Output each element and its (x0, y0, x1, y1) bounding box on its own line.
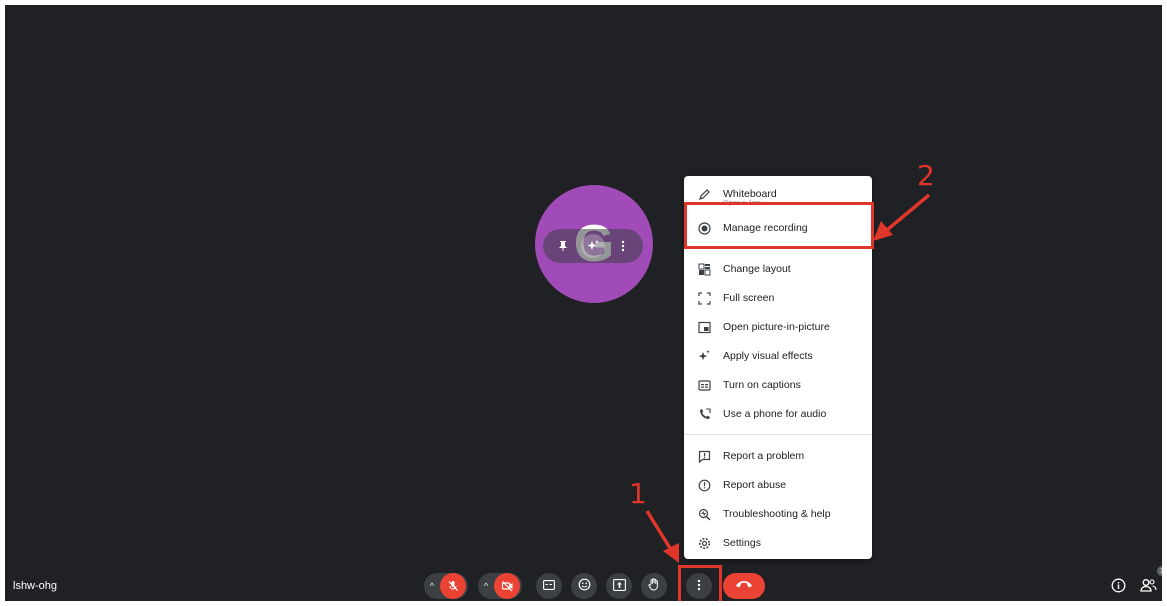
step-2-arrow (873, 193, 931, 241)
report-problem-icon (697, 449, 711, 463)
chevron-up-icon[interactable]: ^ (424, 581, 440, 591)
phone-icon (697, 407, 711, 421)
fullscreen-icon (697, 291, 711, 305)
present-screen-icon (612, 578, 626, 594)
menu-item-picture-in-picture[interactable]: Open picture-in-picture (684, 313, 872, 341)
step-1-arrow (645, 510, 679, 563)
reactions-button[interactable] (571, 573, 597, 599)
sparkle-icon[interactable] (581, 234, 605, 258)
captions-icon (543, 579, 555, 593)
more-vert-icon (697, 579, 701, 594)
report-abuse-icon (697, 478, 711, 492)
menu-item-label: Use a phone for audio (723, 408, 827, 420)
more-options-button[interactable] (686, 573, 712, 599)
settings-icon (697, 536, 711, 550)
menu-item-label: Report abuse (723, 479, 787, 491)
end-call-icon (735, 580, 753, 593)
menu-item-label: Troubleshooting & help (723, 508, 831, 520)
step-1-label: 1 (629, 477, 647, 510)
menu-item-label: Open picture-in-picture (723, 321, 830, 333)
menu-item-phone-audio[interactable]: Use a phone for audio (684, 400, 872, 428)
chevron-up-icon[interactable]: ^ (478, 581, 494, 591)
menu-item-captions[interactable]: Turn on captions (684, 371, 872, 399)
captions-button[interactable] (536, 573, 562, 599)
present-button[interactable] (606, 573, 632, 599)
menu-item-report-problem[interactable]: Report a problem (684, 442, 872, 470)
info-icon[interactable] (1108, 575, 1128, 595)
end-call-button[interactable] (723, 573, 765, 599)
menu-item-change-layout[interactable]: Change layout (684, 255, 872, 283)
tile-controls (543, 229, 643, 263)
menu-item-settings[interactable]: Settings (684, 529, 872, 557)
menu-divider (684, 434, 872, 435)
microphone-control[interactable]: ^ (424, 573, 468, 599)
hand-icon (648, 578, 660, 594)
highlight-manage-recording (684, 202, 874, 249)
camera-control[interactable]: ^ (478, 573, 522, 599)
layout-icon (697, 262, 711, 276)
menu-item-label: Change layout (723, 263, 791, 275)
menu-item-label: Full screen (723, 292, 775, 304)
pip-icon (697, 320, 711, 334)
menu-item-label: Report a problem (723, 450, 805, 462)
menu-item-label: Settings (723, 537, 761, 549)
pin-icon[interactable] (551, 234, 575, 258)
sparkle-icon (697, 349, 711, 363)
step-2-label: 2 (917, 159, 935, 192)
menu-item-label: Turn on captions (723, 379, 801, 391)
emoji-icon (578, 578, 591, 594)
people-icon[interactable] (1138, 575, 1158, 595)
mic-off-icon[interactable] (440, 573, 466, 599)
captions-icon (697, 378, 711, 392)
menu-item-full-screen[interactable]: Full screen (684, 284, 872, 312)
menu-item-report-abuse[interactable]: Report abuse (684, 471, 872, 499)
camera-off-icon[interactable] (494, 573, 520, 599)
more-vert-icon[interactable] (611, 234, 635, 258)
participant-count-badge: 1 (1157, 566, 1162, 576)
raise-hand-button[interactable] (641, 573, 667, 599)
menu-item-label: Whiteboard (723, 188, 777, 200)
menu-item-label: Apply visual effects (723, 350, 813, 362)
troubleshoot-icon (697, 507, 711, 521)
pencil-icon (697, 187, 711, 201)
meeting-stage: G Whiteboard Open a Jam Manage recording (5, 5, 1162, 601)
menu-item-troubleshooting[interactable]: Troubleshooting & help (684, 500, 872, 528)
meeting-code: lshw-ohg (13, 580, 58, 592)
menu-item-visual-effects[interactable]: Apply visual effects (684, 342, 872, 370)
